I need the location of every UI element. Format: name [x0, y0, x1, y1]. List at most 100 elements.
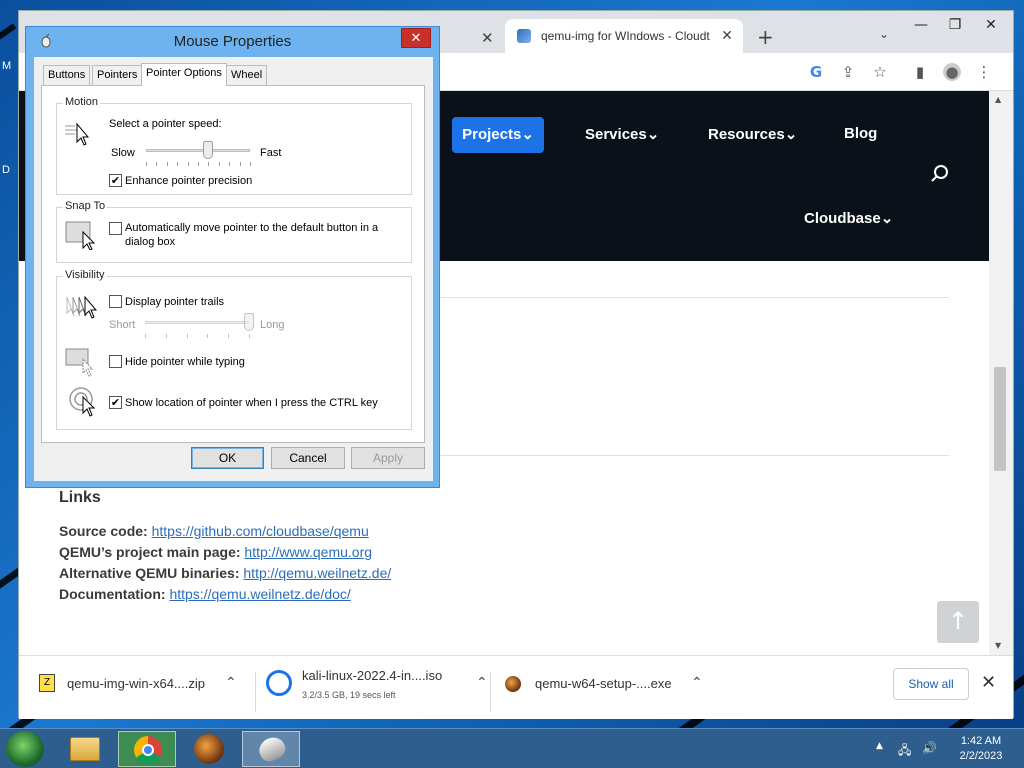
source-code-link[interactable]: https://github.com/cloudbase/qemu [152, 523, 369, 539]
link-label: QEMU’s project main page: [59, 544, 241, 560]
minimize-icon[interactable]: — [909, 13, 933, 37]
speed-slider-thumb[interactable] [203, 141, 214, 159]
link-row: Documentation: https://qemu.weilnetz.de/… [59, 586, 351, 602]
motion-group: Motion Select a pointer speed: Slow Fast… [56, 96, 412, 195]
snap-to-option-label-2: dialog box [125, 236, 176, 248]
system-clock[interactable]: 1:42 AM 2/2/2023 [950, 734, 1012, 764]
motion-label: Motion [63, 96, 101, 108]
link-row: Alternative QEMU binaries: http://qemu.w… [59, 565, 391, 581]
taskbar-chrome[interactable] [118, 731, 176, 767]
qemu-main-page-link[interactable]: http://www.qemu.org [244, 544, 372, 560]
scroll-down-icon[interactable]: ▼ [995, 641, 1001, 650]
tray-chevron-up-icon[interactable]: ▲ [876, 741, 883, 751]
nav-blog[interactable]: Blog [844, 125, 877, 142]
link-row: Source code: https://github.com/cloudbas… [59, 523, 369, 539]
side-panel-icon[interactable]: ▮ [911, 63, 929, 81]
tab-pointer-options[interactable]: Pointer Options [141, 63, 227, 86]
link-label: Source code: [59, 523, 148, 539]
alternative-binaries-link[interactable]: http://qemu.weilnetz.de/ [243, 565, 391, 581]
close-icon[interactable]: ✕ [719, 27, 735, 43]
short-label: Short [109, 319, 136, 331]
ok-button[interactable]: OK [191, 447, 264, 469]
dialog-body: Buttons Pointers Pointer Options Wheel M… [34, 57, 433, 481]
cancel-button[interactable]: Cancel [271, 447, 345, 469]
pointer-trails-checkbox[interactable] [109, 295, 122, 308]
qemu-installer-icon [505, 676, 521, 692]
desktop-icon-label[interactable]: D [2, 164, 10, 176]
chevron-up-icon[interactable]: ⌃ [691, 674, 703, 691]
nav-label: Projects [462, 126, 522, 143]
profile-icon[interactable]: ● [943, 63, 961, 81]
ctrl-location-checkbox[interactable]: ✔ [109, 396, 122, 409]
documentation-link[interactable]: https://qemu.weilnetz.de/doc/ [169, 586, 350, 602]
download-progress-icon [266, 670, 292, 696]
taskbar-mouse-properties[interactable] [242, 731, 300, 767]
close-icon[interactable]: ✕ [981, 672, 996, 693]
close-icon[interactable]: ✕ [481, 29, 494, 47]
trail-slider-thumb[interactable] [244, 313, 254, 331]
download-item[interactable]: Z qemu-img-win-x64....zip ⌃ [19, 656, 255, 720]
nav-projects[interactable]: Projects⌄ [452, 117, 544, 153]
scroll-to-top-button[interactable]: ↑ [937, 601, 979, 643]
maximize-icon[interactable]: ❐ [943, 13, 967, 37]
google-icon[interactable]: G [807, 63, 825, 81]
chevron-up-icon[interactable]: ⌃ [476, 674, 488, 691]
tab-wheel[interactable]: Wheel [226, 65, 268, 85]
download-item[interactable]: qemu-w64-setup-....exe ⌃ [491, 656, 723, 720]
nav-cloudbase[interactable]: Cloudbase⌄ [804, 209, 893, 227]
cloudbase-favicon-icon [517, 29, 531, 43]
show-all-button[interactable]: Show all [893, 668, 969, 700]
snap-to-group: Snap To Automatically move pointer to th… [56, 200, 412, 263]
speed-slider-track [146, 149, 250, 152]
pointer-trails-icon [66, 295, 98, 319]
dialog-close-button[interactable]: ✕ [401, 28, 431, 48]
hide-pointer-icon [65, 348, 94, 377]
share-icon[interactable]: ⇪ [839, 63, 857, 81]
apply-button[interactable]: Apply [351, 447, 425, 469]
page-scrollbar[interactable]: ▲ ▼ [989, 91, 1013, 655]
search-icon[interactable] [931, 165, 949, 183]
trail-ticks [145, 334, 250, 339]
close-window-icon[interactable]: ✕ [979, 13, 1003, 37]
long-label: Long [260, 319, 285, 331]
network-icon[interactable]: 🖧 [898, 741, 911, 762]
nav-services[interactable]: Services⌄ [585, 125, 659, 143]
zip-file-icon: Z [39, 674, 55, 692]
tab-pointers[interactable]: Pointers [92, 65, 143, 85]
download-status: 3.2/3.5 GB, 19 secs left [302, 690, 396, 700]
scroll-up-icon[interactable]: ▲ [995, 95, 1001, 104]
links-heading: Links [59, 489, 101, 506]
nav-resources[interactable]: Resources⌄ [708, 125, 797, 143]
tab-qemu-img[interactable]: qemu-img for WIndows - Cloudt ✕ [505, 19, 743, 53]
desktop-icon-label[interactable]: M [2, 60, 11, 72]
download-name: kali-linux-2022.4-in....iso [302, 668, 443, 683]
mouse-icon [255, 733, 289, 765]
nav-label: Services [585, 126, 647, 143]
enhance-precision-label: Enhance pointer precision [125, 175, 253, 187]
enhance-precision-checkbox[interactable]: ✔ [109, 174, 122, 187]
tab-title: qemu-img for WIndows - Cloudt [541, 29, 710, 43]
chevron-up-icon[interactable]: ⌃ [225, 674, 237, 691]
clock-date: 2/2/2023 [959, 750, 1003, 762]
hide-pointer-checkbox[interactable] [109, 355, 122, 368]
star-icon[interactable]: ☆ [871, 63, 889, 81]
volume-icon[interactable]: 🔊 [922, 741, 937, 755]
download-name: qemu-w64-setup-....exe [535, 676, 672, 691]
hide-pointer-label: Hide pointer while typing [125, 356, 245, 368]
pointer-trails-label: Display pointer trails [125, 296, 225, 308]
visibility-label: Visibility [63, 269, 107, 281]
pointer-options-panel: Motion Select a pointer speed: Slow Fast… [41, 85, 425, 443]
start-button[interactable] [6, 731, 44, 767]
scrollbar-thumb[interactable] [994, 367, 1006, 471]
taskbar-file-explorer[interactable] [56, 731, 114, 767]
new-tab-icon[interactable]: + [757, 25, 774, 49]
tab-buttons[interactable]: Buttons [43, 65, 91, 85]
chevron-down-icon[interactable]: ⌄ [879, 27, 889, 41]
kebab-menu-icon[interactable]: ⋮ [975, 63, 993, 81]
clock-time: 1:42 AM [960, 735, 1002, 747]
snap-to-option-label: Automatically move pointer to the defaul… [125, 222, 379, 234]
dialog-title: Mouse Properties [173, 33, 292, 50]
taskbar-qemu[interactable] [180, 731, 238, 767]
snap-to-checkbox[interactable] [109, 222, 122, 235]
download-item[interactable]: kali-linux-2022.4-in....iso 3.2/3.5 GB, … [256, 656, 490, 720]
